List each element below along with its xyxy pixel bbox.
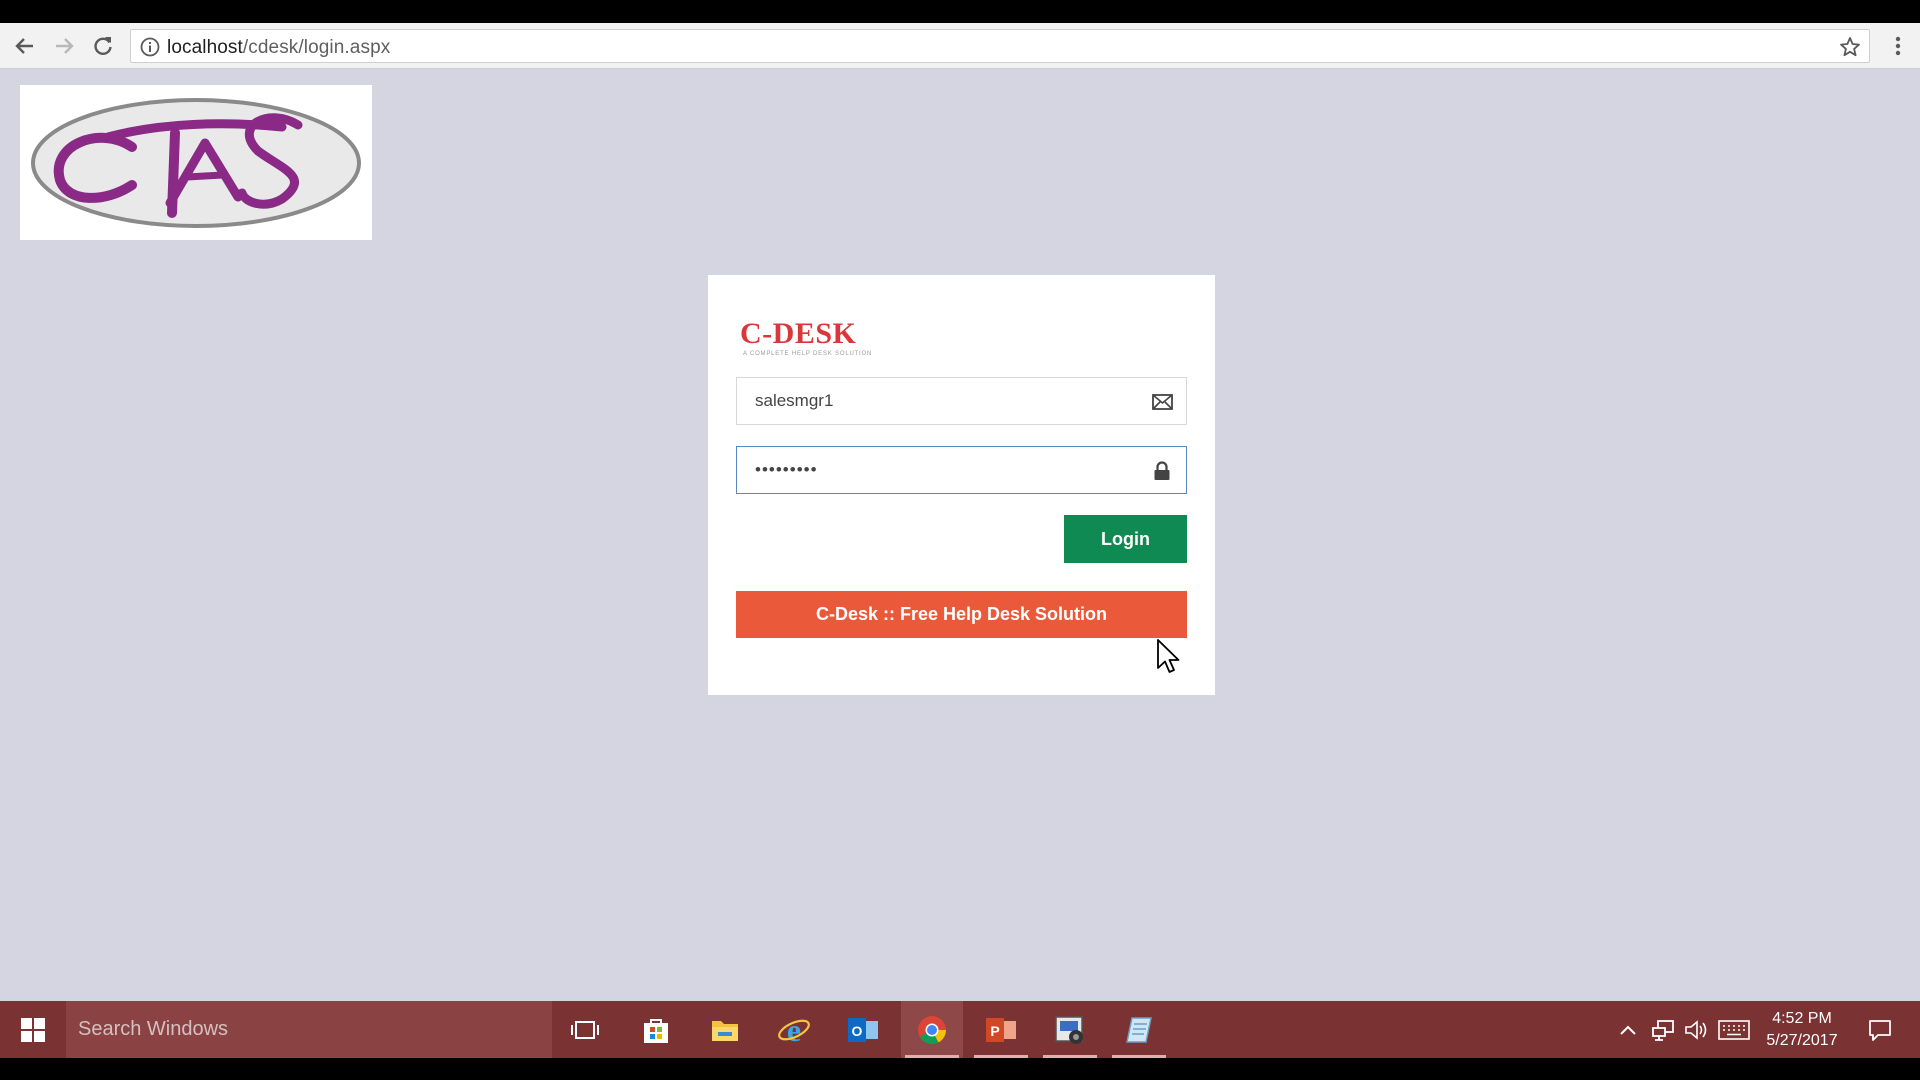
cdesk-logo-tagline: A COMPLETE HELP DESK SOLUTION [743, 351, 873, 357]
browser-menu-button[interactable] [1884, 31, 1912, 61]
internet-explorer-icon: e [778, 1013, 810, 1047]
touch-keyboard-button[interactable] [1716, 1001, 1752, 1058]
svg-text:O: O [852, 1023, 863, 1039]
top-letterbox [0, 0, 1920, 23]
screen: localhost/cdesk/login.aspx C-DESK A COMP… [0, 0, 1920, 1080]
show-hidden-icons-button[interactable] [1614, 1001, 1642, 1058]
recorder-icon [1055, 1015, 1083, 1044]
chevron-up-icon [1620, 1025, 1636, 1035]
notes-app-button[interactable] [1108, 1001, 1170, 1058]
chrome-button[interactable] [901, 1001, 963, 1058]
ctas-logo-graphic [31, 98, 361, 228]
start-button[interactable] [0, 1001, 66, 1058]
powerpoint-icon: P [986, 1017, 1016, 1042]
company-logo [20, 85, 372, 240]
store-app-button[interactable] [625, 1001, 687, 1058]
network-tray-button[interactable] [1648, 1001, 1678, 1058]
reload-button[interactable] [88, 31, 118, 61]
taskbar-search-placeholder: Search Windows [78, 1018, 229, 1040]
star-icon [1840, 37, 1860, 57]
username-field[interactable] [736, 377, 1187, 425]
clock-time: 4:52 PM [1772, 1010, 1832, 1027]
taskbar-search[interactable]: Search Windows [66, 1001, 552, 1058]
keyboard-icon [1718, 1019, 1750, 1040]
chrome-icon [918, 1015, 946, 1044]
arrow-left-icon [15, 38, 33, 54]
back-button[interactable] [10, 31, 40, 61]
forward-button[interactable] [49, 31, 79, 61]
svg-text:e: e [787, 1013, 801, 1047]
task-view-icon [571, 1020, 599, 1039]
cdesk-logo: C-DESK A COMPLETE HELP DESK SOLUTION [740, 317, 873, 358]
username-input[interactable] [737, 378, 1186, 424]
vertical-dots-icon [1895, 36, 1901, 56]
password-input[interactable] [737, 447, 1186, 493]
mouse-cursor-icon [1157, 639, 1180, 673]
browser-toolbar: localhost/cdesk/login.aspx [0, 23, 1920, 69]
bottom-letterbox [0, 1058, 1920, 1080]
store-icon [644, 1018, 668, 1043]
windows-taskbar: Search Windows e O P 4:52 PM 5/27/2017 [0, 1001, 1920, 1058]
outlook-icon: O [848, 1017, 878, 1042]
action-center-button[interactable] [1862, 1001, 1898, 1058]
clock-date: 5/27/2017 [1766, 1032, 1838, 1049]
info-icon[interactable] [139, 36, 161, 58]
login-button[interactable]: Login [1064, 515, 1187, 563]
page-content: C-DESK A COMPLETE HELP DESK SOLUTION Log… [0, 70, 1920, 1001]
network-icon [1652, 1019, 1674, 1041]
notes-icon [1126, 1016, 1152, 1043]
cdesk-logo-title: C-DESK [740, 317, 857, 350]
address-bar[interactable]: localhost/cdesk/login.aspx [130, 29, 1870, 63]
url-host: localhost [167, 37, 243, 58]
file-explorer-icon [712, 1020, 738, 1041]
svg-text:P: P [990, 1023, 999, 1039]
windows-logo-icon [21, 1017, 45, 1042]
taskbar-clock[interactable]: 4:52 PM 5/27/2017 [1756, 1008, 1848, 1052]
speaker-icon [1685, 1019, 1707, 1040]
arrow-right-icon [56, 38, 74, 54]
volume-tray-button[interactable] [1682, 1001, 1712, 1058]
cdesk-promo-button[interactable]: C-Desk :: Free Help Desk Solution [736, 591, 1187, 638]
powerpoint-button[interactable]: P [970, 1001, 1032, 1058]
url-text[interactable]: localhost/cdesk/login.aspx [167, 37, 390, 59]
envelope-icon [1150, 390, 1174, 414]
bookmark-button[interactable] [1837, 34, 1863, 60]
task-view-button[interactable] [554, 1001, 616, 1058]
login-panel: C-DESK A COMPLETE HELP DESK SOLUTION Log… [708, 275, 1215, 695]
reload-icon [94, 37, 112, 55]
notification-icon [1869, 1019, 1891, 1041]
internet-explorer-button[interactable]: e [763, 1001, 825, 1058]
file-explorer-button[interactable] [694, 1001, 756, 1058]
lock-icon [1150, 459, 1174, 483]
url-path: /cdesk/login.aspx [242, 37, 391, 58]
password-field[interactable] [736, 446, 1187, 494]
recorder-app-button[interactable] [1039, 1001, 1101, 1058]
outlook-button[interactable]: O [832, 1001, 894, 1058]
